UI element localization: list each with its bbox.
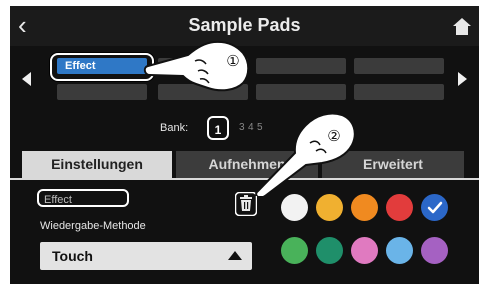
pointing-hand-icon: ② <box>255 112 356 196</box>
color-swatch[interactable] <box>316 194 343 221</box>
color-swatch[interactable] <box>386 194 413 221</box>
playback-method-select[interactable]: Touch <box>40 242 252 270</box>
color-swatch-selected[interactable] <box>421 194 448 221</box>
tab-divider <box>10 178 479 180</box>
pad[interactable] <box>256 58 346 74</box>
dropdown-arrow-icon <box>228 251 242 260</box>
tab-einstellungen[interactable]: Einstellungen <box>22 151 172 178</box>
pad[interactable] <box>354 84 444 100</box>
color-swatch[interactable] <box>351 237 378 264</box>
color-swatch[interactable] <box>351 194 378 221</box>
pointing-hand-icon: ① <box>143 40 250 92</box>
bank-option[interactable]: 3 <box>239 122 245 133</box>
pad[interactable] <box>256 84 346 100</box>
pad-highlight-frame <box>50 53 154 81</box>
pad[interactable] <box>354 58 444 74</box>
pad[interactable] <box>57 84 147 100</box>
checkmark-icon <box>427 201 443 214</box>
bank-current[interactable]: 1 <box>207 116 229 140</box>
playback-method-value: Touch <box>52 248 93 264</box>
callout-1-number: ① <box>226 52 239 70</box>
color-swatch[interactable] <box>386 237 413 264</box>
color-swatch[interactable] <box>281 237 308 264</box>
bank-label: Bank: <box>160 122 189 134</box>
pads-next-arrow-icon[interactable] <box>458 72 467 86</box>
pads-prev-arrow-icon[interactable] <box>22 72 31 86</box>
callout-2-number: ② <box>327 127 340 145</box>
pad-name-field[interactable]: Effect <box>37 189 129 207</box>
color-swatch[interactable] <box>316 237 343 264</box>
playback-method-label: Wiedergabe-Methode <box>40 220 146 232</box>
home-icon[interactable] <box>453 18 471 35</box>
color-swatch[interactable] <box>421 237 448 264</box>
color-swatch[interactable] <box>281 194 308 221</box>
screen: ‹ Sample Pads Effect Bank: 1 3 4 5 Einst… <box>10 6 479 284</box>
